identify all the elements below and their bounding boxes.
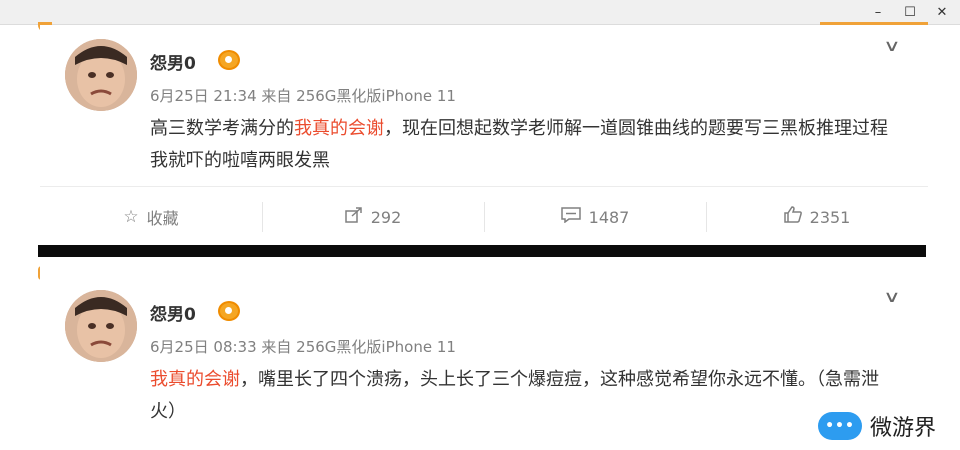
weibo-post: 怨男0 ∨ 6月25日 08:33 来自 256G黑化版iPhone 11 我真… [40,262,928,450]
comment-button[interactable]: 1487 [484,200,706,234]
watermark: ••• 微游界 [818,406,936,446]
post-content: 高三数学考满分的我真的会谢，现在回想起数学老师解一道圆锥曲线的题要写三黑板推理过… [150,113,890,177]
repost-count: 292 [370,207,402,227]
vip-badge-icon [218,50,240,70]
watermark-logo-icon: ••• [818,412,862,440]
username[interactable]: 怨男0 [150,300,196,325]
window-title-bar: – ☐ ✕ [0,0,960,25]
content-text: ，嘴里长了四个溃疡，头上长了三个爆痘痘，这种感觉希望你永远不懂。（急需泄火） [150,369,879,422]
star-outline-icon: ☆ [123,207,139,227]
topic-link[interactable]: 我真的会谢 [150,369,240,390]
separator-bar [38,245,926,257]
avatar[interactable] [65,290,137,362]
action-bar: ☆ 收藏 292 1487 2351 [40,200,928,234]
like-button[interactable]: 2351 [706,200,928,234]
post-content: 我真的会谢，嘴里长了四个溃疡，头上长了三个爆痘痘，这种感觉希望你永远不懂。（急需… [150,364,890,428]
chevron-down-icon[interactable]: ∨ [883,36,901,55]
avatar-face-image [65,39,137,111]
topic-link[interactable]: 我真的会谢 [294,118,384,139]
weibo-post: 怨男0 ∨ 6月25日 21:34 来自 256G黑化版iPhone 11 高三… [40,25,928,243]
avatar-face-image [65,290,137,362]
username[interactable]: 怨男0 [150,49,196,74]
content-text: 高三数学考满分的 [150,118,294,139]
minimize-button[interactable]: – [862,0,894,24]
comment-count: 1487 [588,207,630,227]
repost-button[interactable]: 292 [262,200,484,234]
vip-badge-icon [218,301,240,321]
comment-box-icon [560,206,581,228]
post-meta: 6月25日 21:34 来自 256G黑化版iPhone 11 [150,87,456,105]
divider [40,186,928,187]
chevron-down-icon[interactable]: ∨ [883,287,901,306]
avatar[interactable] [65,39,137,111]
favorite-button[interactable]: ☆ 收藏 [40,200,262,234]
favorite-label: 收藏 [146,209,179,228]
close-button[interactable]: ✕ [926,0,958,24]
maximize-button[interactable]: ☐ [894,0,926,24]
like-count: 2351 [809,207,851,227]
watermark-text: 微游界 [870,416,937,441]
share-box-icon [344,206,363,228]
post-meta: 6月25日 08:33 来自 256G黑化版iPhone 11 [150,338,456,356]
thumbs-up-icon [783,206,802,228]
